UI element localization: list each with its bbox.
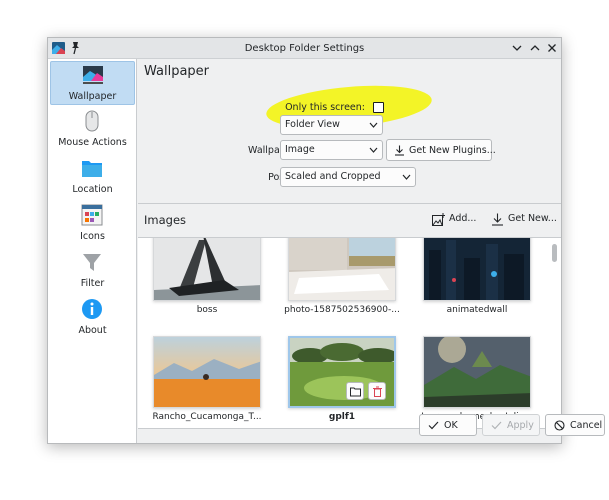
wallpaper-grid: boss photo-1587502536900-... animatedwal…	[138, 237, 561, 429]
mouse-icon	[85, 110, 99, 132]
sidebar-item-label: Mouse Actions	[58, 137, 127, 148]
sidebar-item-label: Location	[72, 184, 113, 195]
close-button[interactable]	[545, 41, 559, 55]
minimize-button[interactable]	[510, 41, 524, 55]
folder-open-icon	[350, 387, 361, 397]
positioning-select[interactable]: Scaled and Cropped	[280, 167, 416, 187]
wallpaper-thumbnail[interactable]	[288, 238, 396, 301]
wallpaper-type-value: Image	[285, 144, 315, 155]
wallpaper-thumbnail[interactable]	[153, 238, 261, 301]
wallpaper-thumbnail[interactable]	[423, 336, 531, 408]
wallpaper-label: photo-1587502536900-...	[284, 305, 400, 315]
add-image-label: Add...	[449, 213, 477, 224]
add-image-button[interactable]: Add...	[432, 212, 478, 228]
filter-icon	[83, 254, 101, 271]
only-this-screen-label: Only this screen:	[285, 102, 365, 113]
ok-label: OK	[444, 420, 458, 431]
cancel-button[interactable]: Cancel	[545, 414, 605, 436]
checkmark-icon	[428, 421, 439, 430]
sidebar-item-wallpaper[interactable]: Wallpaper	[50, 61, 135, 105]
sidebar-item-label: About	[78, 325, 107, 336]
sidebar-item-filter[interactable]: Filter	[50, 249, 135, 293]
settings-window: Desktop Folder Settings Wallpaper Mouse …	[47, 37, 605, 444]
city-night-image	[424, 238, 530, 300]
journey-home-image	[424, 337, 530, 407]
sidebar-item-label: Icons	[80, 231, 105, 242]
chevron-up-icon	[530, 45, 540, 51]
wallpaper-icon	[83, 66, 103, 84]
wallpaper-thumbnail[interactable]	[423, 238, 531, 301]
scrollbar-thumb[interactable]	[552, 244, 557, 262]
layout-value: Folder View	[285, 119, 340, 130]
get-new-wallpapers-button[interactable]: Get New...	[491, 212, 557, 228]
window-title: Desktop Folder Settings	[244, 43, 365, 54]
chevron-down-icon	[512, 45, 522, 51]
wallpaper-label: animatedwall	[446, 305, 508, 315]
dialog-footer: OK Apply Cancel	[138, 407, 605, 443]
wallpaper-type-select[interactable]: Image	[280, 140, 383, 160]
delete-wallpaper-button[interactable]	[368, 382, 386, 400]
add-image-icon	[432, 213, 445, 226]
positioning-value: Scaled and Cropped	[285, 171, 381, 182]
cancel-icon	[554, 420, 565, 431]
open-folder-button[interactable]	[346, 382, 364, 400]
ok-button[interactable]: OK	[419, 414, 477, 436]
download-icon	[492, 213, 503, 226]
sidebar-item-mouse-actions[interactable]: Mouse Actions	[50, 108, 135, 152]
trash-icon	[373, 386, 382, 397]
chevron-down-icon	[369, 147, 378, 153]
bedroom-image	[289, 238, 395, 300]
layout-select[interactable]: Folder View	[280, 115, 383, 135]
wallpaper-thumbnail[interactable]	[153, 336, 261, 408]
close-icon	[548, 44, 556, 52]
titlebar: Desktop Folder Settings	[48, 38, 561, 59]
rancho-image	[154, 337, 260, 407]
folder-icon	[82, 161, 102, 177]
images-header: Images Add... Get New...	[138, 203, 561, 237]
sidebar-item-location[interactable]: Location	[50, 155, 135, 199]
apply-label: Apply	[507, 420, 534, 431]
get-new-wallpapers-label: Get New...	[508, 213, 557, 224]
page-title: Wallpaper	[144, 64, 210, 79]
sidebar-item-about[interactable]: About	[50, 296, 135, 340]
only-this-screen-checkbox[interactable]	[373, 102, 384, 113]
category-sidebar: Wallpaper Mouse Actions Location Icons F…	[48, 59, 137, 443]
wallpaper-page: Wallpaper Only this screen: Layout: Fold…	[138, 59, 605, 443]
get-new-plugins-button[interactable]: Get New Plugins...	[386, 139, 496, 161]
wallpaper-thumbnail-current[interactable]	[288, 336, 396, 408]
icons-icon	[81, 204, 103, 226]
download-icon	[395, 145, 404, 156]
get-new-plugins-label: Get New Plugins...	[409, 145, 496, 156]
cancel-label: Cancel	[570, 420, 603, 431]
sailboat-image	[154, 238, 260, 300]
apply-button[interactable]: Apply	[482, 414, 540, 436]
wallpaper-label: boss	[196, 305, 218, 315]
chevron-down-icon	[369, 122, 378, 128]
checkmark-icon	[491, 421, 502, 430]
sidebar-item-label: Filter	[80, 278, 105, 289]
chevron-down-icon	[402, 174, 411, 180]
sidebar-item-icons[interactable]: Icons	[50, 202, 135, 246]
sidebar-item-label: Wallpaper	[68, 91, 117, 102]
images-title: Images	[144, 213, 187, 227]
info-icon	[82, 299, 102, 319]
maximize-button[interactable]	[528, 41, 542, 55]
